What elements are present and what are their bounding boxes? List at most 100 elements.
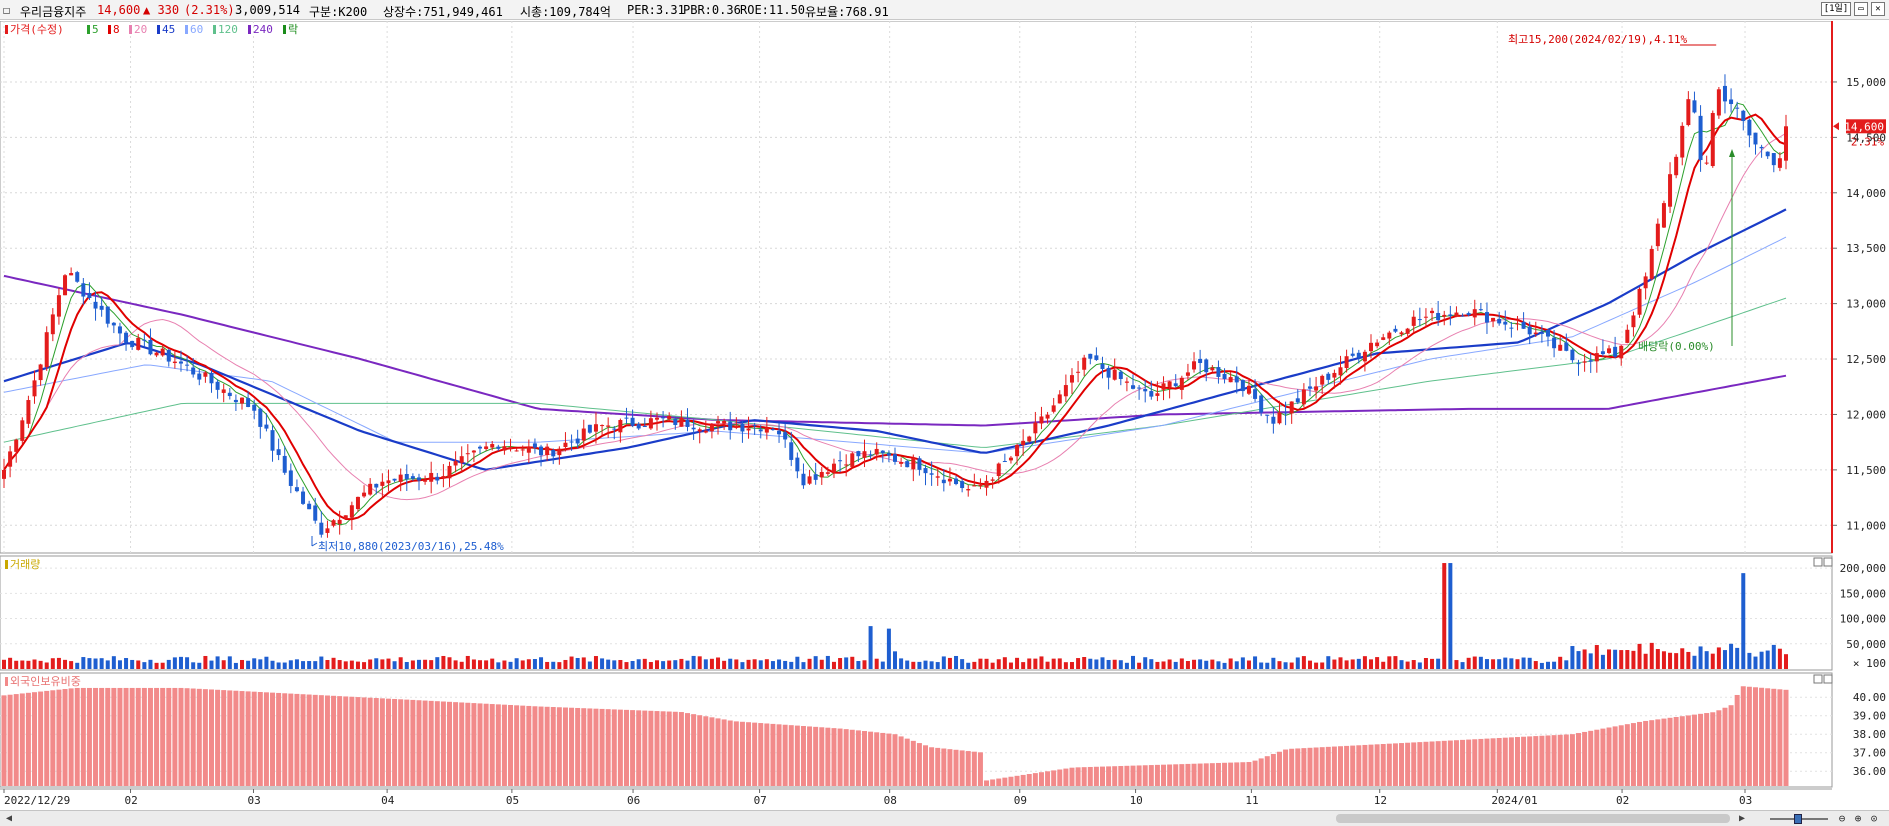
volume-bar bbox=[349, 660, 354, 669]
candle-body bbox=[1295, 398, 1300, 403]
foreign-y-label: 38.00 bbox=[1853, 728, 1886, 741]
volume-bar bbox=[917, 661, 922, 669]
volume-bar bbox=[893, 651, 897, 669]
foreign-bar bbox=[508, 704, 514, 786]
volume-bar bbox=[838, 658, 843, 669]
volume-bar bbox=[1491, 659, 1496, 669]
foreign-bar bbox=[239, 691, 245, 786]
volume-bar bbox=[1253, 656, 1258, 669]
date-label: 03 bbox=[247, 794, 260, 807]
foreign-bar bbox=[733, 721, 739, 786]
zoom-knob[interactable] bbox=[1794, 814, 1802, 824]
candle-body bbox=[233, 399, 238, 403]
candle-body bbox=[978, 484, 983, 487]
volume-bar bbox=[185, 657, 190, 669]
candle-body bbox=[1259, 395, 1264, 413]
candle-body bbox=[960, 481, 965, 489]
volume-bar bbox=[404, 662, 409, 669]
candle-body bbox=[813, 474, 818, 480]
foreign-bar bbox=[623, 709, 629, 786]
menu-icon[interactable]: ☐ bbox=[3, 3, 10, 17]
foreign-bar bbox=[13, 694, 19, 786]
candle-body bbox=[1057, 394, 1062, 404]
candle-body bbox=[1661, 203, 1666, 228]
volume-bar bbox=[996, 659, 1001, 669]
volume-bar bbox=[1307, 660, 1312, 669]
volume-bar bbox=[178, 656, 183, 669]
volume-bar bbox=[111, 656, 116, 669]
stock-chart[interactable]: 최고15,200(2024/02/19),4.11% 최저10,880(2023/… bbox=[0, 21, 1889, 810]
volume-y-axis: 200,000 150,000 100,000 50,000 × 100 bbox=[1840, 562, 1886, 670]
foreign-bar bbox=[1484, 738, 1490, 786]
zoom-out-icon[interactable]: ⊖ bbox=[1835, 812, 1849, 826]
zoom-in-icon[interactable]: ⊕ bbox=[1851, 812, 1865, 826]
volume-bar bbox=[624, 662, 629, 669]
scroll-right-icon[interactable]: ▶ bbox=[1735, 812, 1749, 825]
volume-bar bbox=[1381, 661, 1386, 669]
volume-bar bbox=[1497, 659, 1502, 669]
restore-icon[interactable]: ▭ bbox=[1854, 2, 1868, 16]
zoom-reset-icon[interactable]: ⊙ bbox=[1867, 812, 1881, 826]
foreign-bar bbox=[1246, 762, 1252, 786]
foreign-bar bbox=[147, 687, 153, 786]
volume-bar bbox=[1771, 644, 1776, 669]
candle-body bbox=[1655, 223, 1660, 247]
candle-body bbox=[1088, 353, 1093, 359]
volume-bar bbox=[722, 660, 727, 669]
foreign-bar bbox=[1099, 766, 1105, 786]
candle-body bbox=[416, 477, 421, 481]
candle-body bbox=[313, 505, 318, 521]
foreign-bar bbox=[831, 728, 837, 786]
volume-bar bbox=[972, 661, 977, 669]
volume-bar bbox=[1314, 662, 1319, 669]
volume-bar bbox=[679, 658, 684, 669]
candle-body bbox=[1600, 351, 1605, 355]
candle-body bbox=[1607, 348, 1612, 353]
date-label: 09 bbox=[1014, 794, 1027, 807]
date-label: 02 bbox=[125, 794, 138, 807]
volume-bar bbox=[1698, 646, 1703, 669]
foreign-bar bbox=[1453, 740, 1459, 786]
scroll-left-icon[interactable]: ◀ bbox=[2, 812, 16, 825]
foreign-bar bbox=[447, 701, 452, 786]
foreign-close-icon[interactable] bbox=[1823, 674, 1833, 684]
candle-body bbox=[801, 473, 806, 486]
volume-bar bbox=[746, 659, 751, 669]
volume-bar bbox=[990, 662, 995, 669]
candle-body bbox=[1350, 353, 1355, 356]
foreign-bar bbox=[782, 724, 788, 786]
period-button[interactable]: [1일] bbox=[1821, 2, 1851, 16]
volume-bar bbox=[99, 658, 104, 669]
candle-body bbox=[282, 455, 287, 473]
foreign-bar bbox=[813, 726, 819, 786]
candle-body bbox=[1552, 337, 1557, 349]
foreign-bar bbox=[306, 694, 312, 786]
volume-bar bbox=[1411, 660, 1416, 669]
market-cap-text: 시총:109,784억 bbox=[520, 5, 611, 19]
candle-body bbox=[197, 373, 202, 380]
scroll-thumb[interactable] bbox=[1336, 814, 1730, 823]
foreign-bar bbox=[233, 690, 239, 786]
foreign-bar bbox=[123, 687, 129, 786]
foreign-bar bbox=[1624, 724, 1630, 786]
volume-bar bbox=[539, 657, 544, 669]
volume-close-icon[interactable] bbox=[1823, 557, 1833, 567]
volume-bar bbox=[1100, 657, 1105, 669]
horizontal-scrollbar[interactable]: ◀ ▶ ⊖ ⊕ ⊙ bbox=[0, 810, 1889, 826]
volume-bar bbox=[514, 658, 519, 669]
close-icon[interactable]: ✕ bbox=[1871, 2, 1885, 16]
volume-bar bbox=[551, 661, 556, 669]
volume-bar bbox=[831, 661, 836, 669]
volume-bar bbox=[429, 660, 434, 669]
date-axis: 2022/12/29 02 03 04 05 06 07 08 09 10 11 12 2024/01 0… bbox=[0, 788, 1832, 807]
volume-bar bbox=[1222, 662, 1227, 669]
foreign-bar bbox=[1301, 748, 1307, 786]
candle-body bbox=[1381, 337, 1386, 340]
candle-body bbox=[966, 489, 971, 491]
volume-minimize-icon[interactable] bbox=[1813, 557, 1823, 567]
volume-bar bbox=[1674, 653, 1679, 669]
volume-bar bbox=[154, 662, 159, 669]
volume-bar bbox=[1430, 658, 1435, 669]
foreign-y-label: 39.00 bbox=[1853, 710, 1886, 723]
foreign-minimize-icon[interactable] bbox=[1813, 674, 1823, 684]
